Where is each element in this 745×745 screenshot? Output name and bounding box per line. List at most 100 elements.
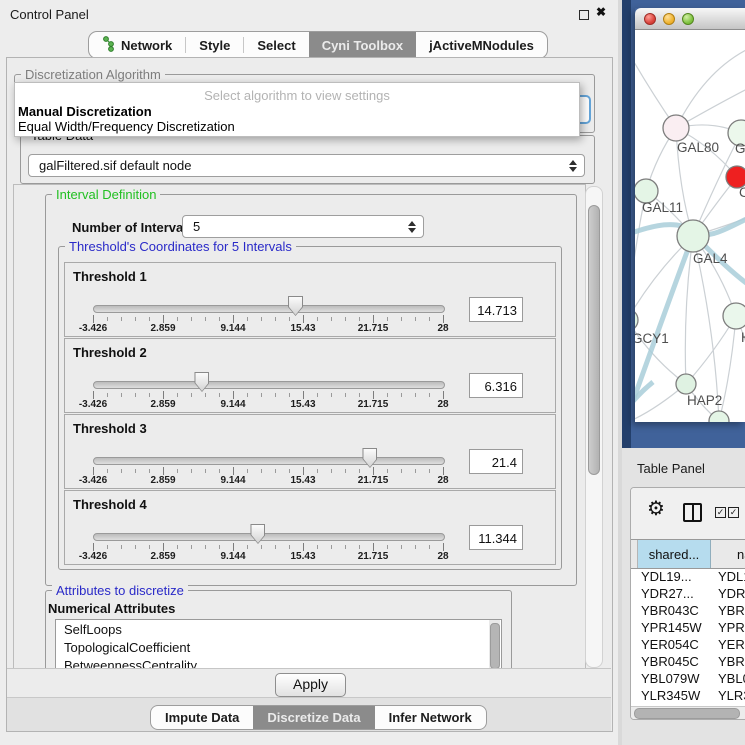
tick-mark (149, 469, 150, 473)
table-row[interactable]: YBR045CYBR0 (631, 654, 745, 671)
tick-mark (191, 393, 192, 397)
column-header-name[interactable]: na (711, 540, 745, 568)
network-node[interactable] (676, 374, 696, 394)
tick-mark (93, 467, 94, 475)
network-window-titlebar[interactable] (635, 8, 745, 30)
tick-mark (121, 393, 122, 397)
scrollbar-thumb[interactable] (490, 623, 500, 669)
threshold-value-field[interactable]: 6.316 (469, 373, 523, 398)
gear-icon[interactable]: ⚙ (647, 499, 665, 519)
table-row[interactable]: YER054CYER0 (631, 637, 745, 654)
table-panel: Table Panel ⚙ ✓ ✓ shared... na YDL19...Y… (622, 448, 745, 745)
scrollbar-thumb[interactable] (588, 205, 600, 475)
scrollbar-thumb[interactable] (634, 708, 740, 719)
popup-option-manual-discretization[interactable]: Manual Discretization (18, 104, 152, 119)
slider-track[interactable] (93, 457, 445, 465)
network-node-label: C (739, 185, 745, 200)
tick-mark (191, 469, 192, 473)
network-node[interactable] (677, 220, 709, 252)
network-node[interactable] (635, 309, 638, 331)
tab-impute-data[interactable]: Impute Data (151, 706, 253, 729)
checkbox-icon[interactable]: ✓ (715, 507, 726, 518)
tick-label: 15.43 (290, 323, 315, 334)
tick-mark (345, 545, 346, 549)
float-window-icon[interactable] (579, 10, 589, 20)
slider-track[interactable] (93, 305, 445, 313)
slider-tick-labels: -3.4262.8599.14415.4321.71528 (65, 323, 555, 335)
list-scrollbar[interactable] (489, 620, 500, 672)
cell-shared-name: YPR145W (641, 620, 713, 635)
table-row[interactable]: YDL19...YDL1 (631, 569, 745, 586)
tick-mark (205, 393, 206, 397)
threshold-value-field[interactable]: 21.4 (469, 449, 523, 474)
panel-title: Control Panel (10, 7, 89, 22)
table-row[interactable]: YDR27...YDR2 (631, 586, 745, 603)
table-row[interactable]: YPR145WYPR1 (631, 620, 745, 637)
tick-mark (219, 393, 220, 397)
tick-mark (163, 467, 164, 475)
close-icon[interactable]: ✖ (596, 5, 606, 19)
tick-mark (233, 315, 234, 323)
network-node[interactable] (663, 115, 689, 141)
network-edge[interactable] (676, 48, 745, 128)
attribute-list-item[interactable]: TopologicalCoefficient (56, 638, 501, 656)
table-row[interactable]: YBR043CYBR0 (631, 603, 745, 620)
table-toolbar: ⚙ ✓ ✓ (631, 488, 745, 539)
network-canvas[interactable]: GAL80GCGAL11GAL4GCY1HHAP2 (635, 30, 745, 422)
tick-mark (345, 393, 346, 397)
tick-label: 21.715 (358, 475, 389, 486)
table-row[interactable]: YBL079WYBL0 (631, 671, 745, 688)
table-row[interactable]: YLR345WYLR3 (631, 688, 745, 705)
numerical-attributes-list[interactable]: SelfLoopsTopologicalCoefficientBetweenne… (55, 619, 502, 673)
tab-label: Style (199, 38, 230, 53)
popup-option-equal-width[interactable]: Equal Width/Frequency Discretization (18, 119, 235, 134)
tab-cyni-toolbox[interactable]: Cyni Toolbox (309, 32, 416, 58)
table-panel-title: Table Panel (637, 461, 705, 476)
tick-mark (247, 317, 248, 321)
tab-label: Discretize Data (267, 710, 360, 725)
tick-mark (429, 469, 430, 473)
slider-handle[interactable] (288, 296, 303, 316)
slider-handle[interactable] (250, 524, 265, 544)
tab-jactivemnodules[interactable]: jActiveMNodules (416, 32, 547, 58)
tick-mark (219, 469, 220, 473)
threshold-value-field[interactable]: 14.713 (469, 297, 523, 322)
attribute-list-item[interactable]: SelfLoops (56, 620, 501, 638)
tick-mark (275, 469, 276, 473)
num-intervals-combo[interactable]: 5 (182, 215, 424, 238)
tick-mark (163, 391, 164, 399)
vertical-scrollbar[interactable] (585, 186, 603, 668)
tick-mark (317, 393, 318, 397)
columns-icon[interactable] (683, 503, 702, 522)
slider-handle[interactable] (194, 372, 209, 392)
tab-infer-network[interactable]: Infer Network (375, 706, 486, 729)
tick-mark (429, 393, 430, 397)
tick-mark (135, 545, 136, 549)
threshold-value-field[interactable]: 11.344 (469, 525, 523, 550)
network-node[interactable] (723, 303, 745, 329)
slider-handle[interactable] (362, 448, 377, 468)
tick-mark (443, 391, 444, 399)
horizontal-scrollbar[interactable] (631, 706, 745, 719)
checkbox-icon[interactable]: ✓ (728, 507, 739, 518)
slider-tick-labels: -3.4262.8599.14415.4321.71528 (65, 399, 555, 411)
popup-placeholder-option[interactable]: Select algorithm to view settings (15, 88, 579, 103)
cell-shared-name: YER054C (641, 637, 713, 652)
apply-button[interactable]: Apply (275, 673, 346, 697)
minimize-traffic-light-icon[interactable] (663, 13, 675, 25)
node-table: ⚙ ✓ ✓ shared... na YDL19...YDL1YDR27...Y… (630, 487, 745, 720)
network-node[interactable] (709, 411, 729, 422)
column-header-shared-name[interactable]: shared... (638, 540, 711, 568)
zoom-traffic-light-icon[interactable] (682, 13, 694, 25)
row-header-gutter (631, 540, 638, 568)
close-traffic-light-icon[interactable] (644, 13, 656, 25)
table-data-combo[interactable]: galFiltered.sif default node (28, 154, 585, 177)
tab-style[interactable]: Style (186, 32, 243, 58)
tick-mark (219, 317, 220, 321)
tab-select[interactable]: Select (244, 32, 308, 58)
tab-network[interactable]: Network (89, 32, 185, 58)
tab-discretize-data[interactable]: Discretize Data (253, 706, 374, 729)
slider-track[interactable] (93, 533, 445, 541)
slider-tick-labels: -3.4262.8599.14415.4321.71528 (65, 475, 555, 487)
slider-track[interactable] (93, 381, 445, 389)
